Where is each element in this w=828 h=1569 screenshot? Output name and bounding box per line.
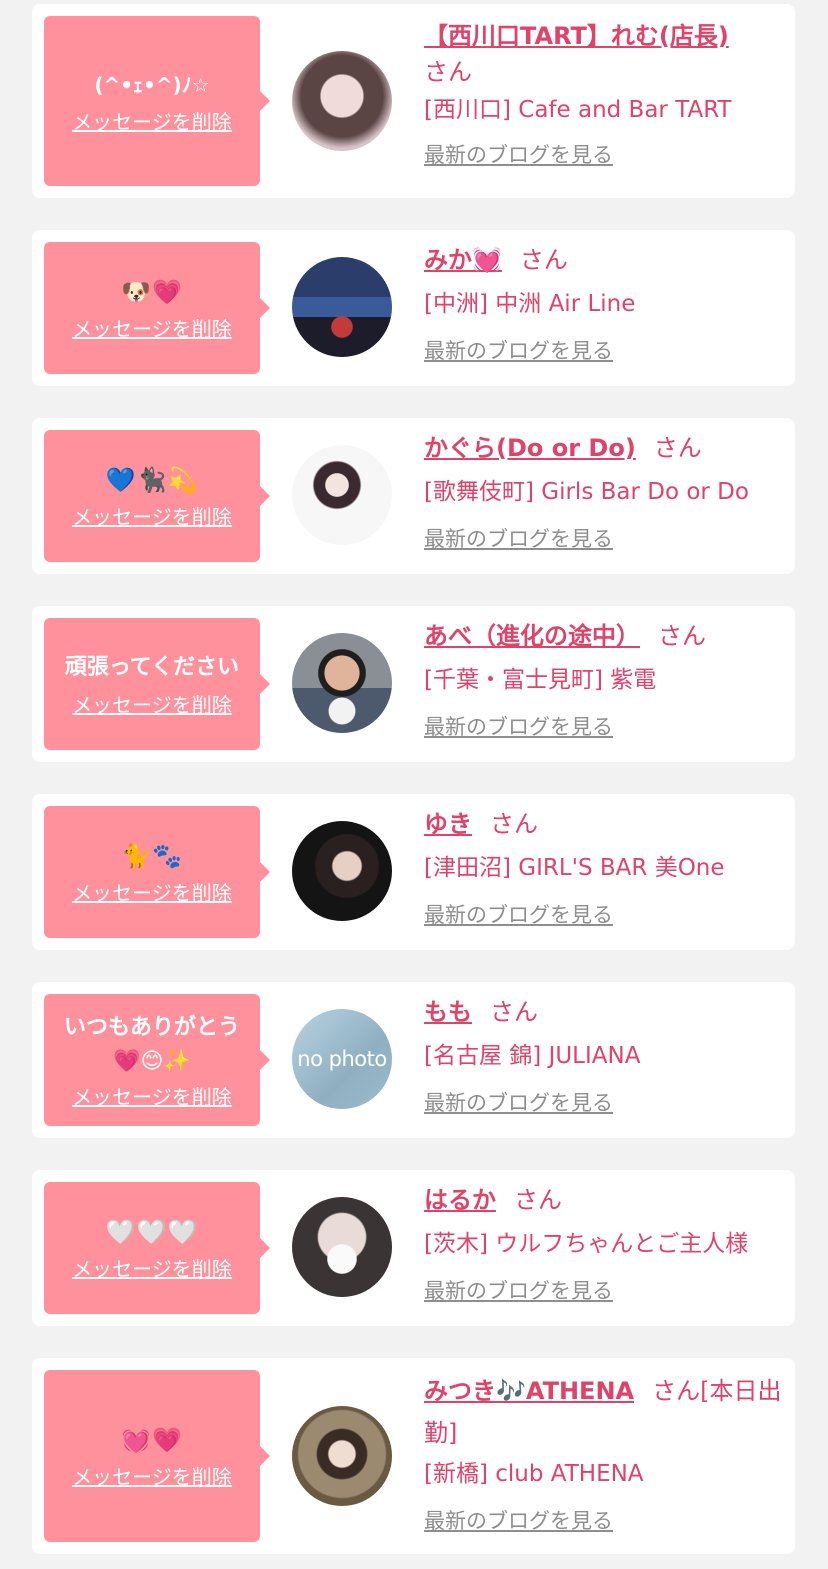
sender-info: かぐら(Do or Do) さん [歌舞伎町] Girls Bar Do or D… [424,430,783,554]
avatar[interactable]: no photo [292,1009,392,1109]
shop-info: [茨木] ウルフちゃんとご主人様 [424,1231,749,1257]
honorific: さん [653,434,702,462]
avatar[interactable] [292,257,392,357]
message-bubble: 💙🐈‍⬛💫 メッセージを削除 [44,430,270,562]
sender-name-link[interactable]: もも [424,998,472,1026]
message-text: (^•ｪ•^)ﾉ☆ [94,72,210,97]
sender-name-link[interactable]: はるか [424,1186,496,1214]
message-bubble: (^•ｪ•^)ﾉ☆ メッセージを削除 [44,16,270,186]
honorific: さん [519,246,568,274]
latest-blog-link[interactable]: 最新のブログを見る [424,1088,613,1118]
delete-message-link[interactable]: メッセージを削除 [72,106,232,135]
sender-info: もも さん [名古屋 錦] JULIANA 最新のブログを見る [424,994,783,1118]
shop-info: [千葉・富士見町] 紫電 [424,667,657,693]
message-card: 🐶💗 メッセージを削除 みか💓 さん [中洲] 中洲 Air Line 最新のブロ… [32,230,795,386]
delete-message-link[interactable]: メッセージを削除 [72,1081,232,1110]
avatar[interactable] [292,633,392,733]
sender-name-link[interactable]: みか💓 [424,246,502,274]
message-text: 🐈🐾 [121,841,183,870]
latest-blog-link[interactable]: 最新のブログを見る [424,524,613,554]
sender-name-link[interactable]: あべ（進化の途中） [424,622,640,650]
message-bubble: 🐈🐾 メッセージを削除 [44,806,270,938]
avatar[interactable] [292,1197,392,1297]
message-bubble: いつもありがとう 💗😊✨ メッセージを削除 [44,994,270,1126]
shop-info: [津田沼] GIRL'S BAR 美One [424,855,725,881]
latest-blog-link[interactable]: 最新のブログを見る [424,336,613,366]
sender-info: ゆき さん [津田沼] GIRL'S BAR 美One 最新のブログを見る [424,806,783,930]
sender-name-link[interactable]: ゆき [424,810,472,838]
delete-message-link[interactable]: メッセージを削除 [72,689,232,718]
message-bubble: 🐶💗 メッセージを削除 [44,242,270,374]
sender-info: 【西川口TART】れむ(店長) さん [西川口] Cafe and Bar TA… [424,18,783,170]
honorific: さん [424,58,472,86]
avatar[interactable] [292,51,392,151]
sender-name-link[interactable]: みつき🎶ATHENA [424,1377,634,1405]
avatar[interactable] [292,821,392,921]
message-bubble: 💓💗 メッセージを削除 [44,1370,270,1542]
latest-blog-link[interactable]: 最新のブログを見る [424,712,613,742]
sender-info: みか💓 さん [中洲] 中洲 Air Line 最新のブログを見る [424,242,783,366]
message-card: 🤍🤍🤍 メッセージを削除 はるか さん [茨木] ウルフちゃんとご主人様 最新のブ… [32,1170,795,1326]
shop-info: [中洲] 中洲 Air Line [424,291,636,317]
message-bubble: 頑張ってください メッセージを削除 [44,618,270,750]
sender-name-link[interactable]: 【西川口TART】れむ(店長) [424,22,729,50]
message-text: 💙🐈‍⬛💫 [105,465,199,494]
message-card: 💓💗 メッセージを削除 みつき🎶ATHENA さん[本日出勤] [新橋] club… [32,1358,795,1554]
sender-name-link[interactable]: かぐら(Do or Do) [424,434,636,462]
message-text: いつもありがとう 💗😊✨ [63,1014,240,1074]
delete-message-link[interactable]: メッセージを削除 [72,313,232,342]
latest-blog-link[interactable]: 最新のブログを見る [424,1506,613,1536]
message-text: 🐶💗 [121,277,183,306]
shop-info: [名古屋 錦] JULIANA [424,1043,641,1069]
shop-info: [新橋] club ATHENA [424,1461,644,1487]
sender-info: みつき🎶ATHENA さん[本日出勤] [新橋] club ATHENA 最新のブ… [424,1370,783,1536]
message-bubble: 🤍🤍🤍 メッセージを削除 [44,1182,270,1314]
delete-message-link[interactable]: メッセージを削除 [72,1253,232,1282]
message-card: いつもありがとう 💗😊✨ メッセージを削除 no photo もも さん [名古屋… [32,982,795,1138]
sender-info: はるか さん [茨木] ウルフちゃんとご主人様 最新のブログを見る [424,1182,783,1306]
honorific: さん [490,810,538,838]
no-photo-placeholder: no photo [297,1047,387,1071]
shop-info: [西川口] Cafe and Bar TART [424,97,732,123]
avatar[interactable] [292,445,392,545]
message-card: (^•ｪ•^)ﾉ☆ メッセージを削除 【西川口TART】れむ(店長) さん [西… [32,4,795,198]
honorific: さん [658,622,706,650]
message-card: 頑張ってください メッセージを削除 あべ（進化の途中） さん [千葉・富士見町] … [32,606,795,762]
message-text: 🤍🤍🤍 [105,1217,199,1246]
sender-info: あべ（進化の途中） さん [千葉・富士見町] 紫電 最新のブログを見る [424,618,783,742]
avatar[interactable] [292,1406,392,1506]
delete-message-link[interactable]: メッセージを削除 [72,877,232,906]
delete-message-link[interactable]: メッセージを削除 [72,501,232,530]
honorific: さん [514,1186,562,1214]
latest-blog-link[interactable]: 最新のブログを見る [424,900,613,930]
latest-blog-link[interactable]: 最新のブログを見る [424,140,613,170]
message-text: 💓💗 [121,1425,183,1454]
latest-blog-link[interactable]: 最新のブログを見る [424,1276,613,1306]
delete-message-link[interactable]: メッセージを削除 [72,1461,232,1490]
message-card: 💙🐈‍⬛💫 メッセージを削除 かぐら(Do or Do) さん [歌舞伎町] Gi… [32,418,795,574]
honorific: さん [490,998,538,1026]
shop-info: [歌舞伎町] Girls Bar Do or Do [424,479,749,505]
message-text: 頑張ってください [64,654,240,680]
message-card: 🐈🐾 メッセージを削除 ゆき さん [津田沼] GIRL'S BAR 美One 最… [32,794,795,950]
